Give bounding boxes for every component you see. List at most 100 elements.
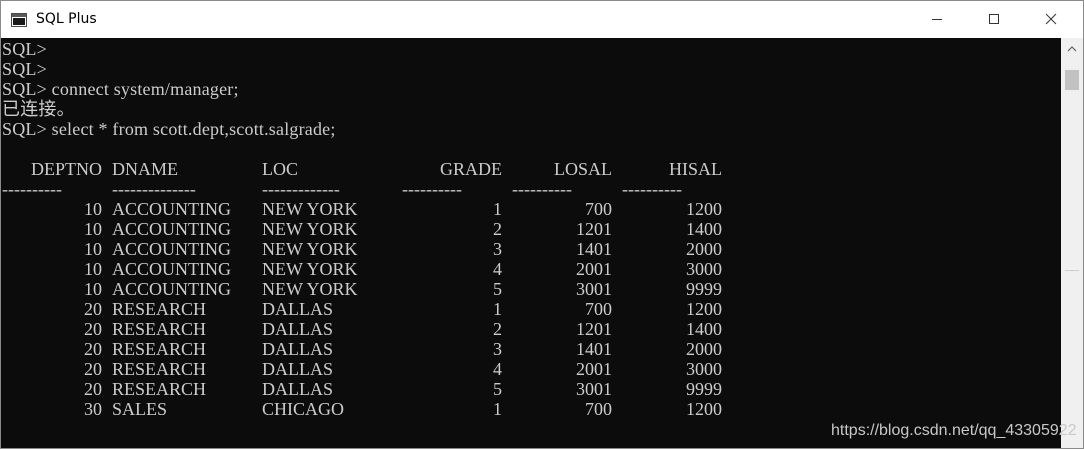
cell-dname: ACCOUNTING <box>112 199 231 219</box>
cell-losal: 3001 <box>576 379 612 399</box>
cell-dname: ACCOUNTING <box>112 219 231 239</box>
cell-deptno: 20 <box>84 299 102 319</box>
cell-deptno: 10 <box>84 199 102 219</box>
watermark-text: https://blog.csdn.net/qq_43305922 <box>831 422 1077 439</box>
cell-losal: 1201 <box>576 319 612 339</box>
cell-losal: 700 <box>585 199 612 219</box>
cell-deptno: 10 <box>84 279 102 299</box>
sqlplus-window: SQL Plus SQL> SQL> SQL> connect system/m… <box>0 0 1084 449</box>
scrollbar-track <box>1065 270 1079 271</box>
cell-hisal: 3000 <box>686 359 722 379</box>
cell-losal: 2001 <box>576 359 612 379</box>
console-line: SQL> connect system/manager; <box>2 79 239 99</box>
cell-deptno: 20 <box>84 339 102 359</box>
cell-loc: NEW YORK <box>262 279 358 299</box>
cell-grade: 4 <box>493 359 502 379</box>
cell-hisal: 9999 <box>686 279 722 299</box>
cell-loc: NEW YORK <box>262 219 358 239</box>
cell-deptno: 20 <box>84 379 102 399</box>
cell-grade: 5 <box>493 379 502 399</box>
cell-deptno: 20 <box>84 359 102 379</box>
cell-losal: 3001 <box>576 279 612 299</box>
cell-losal: 700 <box>585 399 612 419</box>
cell-grade: 3 <box>493 239 502 259</box>
console-output[interactable]: SQL> SQL> SQL> connect system/manager; 已… <box>1 38 1061 448</box>
column-header-loc: LOC <box>262 159 298 179</box>
cell-deptno: 10 <box>84 239 102 259</box>
separator-dashes: ---------- <box>2 179 62 199</box>
cell-loc: CHICAGO <box>262 399 345 419</box>
cell-hisal: 1200 <box>686 399 722 419</box>
cell-dname: ACCOUNTING <box>112 239 231 259</box>
scrollbar-thumb[interactable] <box>1065 70 1079 90</box>
cell-deptno: 10 <box>84 259 102 279</box>
scroll-up-button[interactable] <box>1061 38 1083 58</box>
cell-hisal: 3000 <box>686 259 722 279</box>
cell-deptno: 30 <box>84 399 102 419</box>
cell-losal: 1201 <box>576 219 612 239</box>
cell-deptno: 10 <box>84 219 102 239</box>
cell-loc: DALLAS <box>262 379 333 399</box>
cell-losal: 700 <box>585 299 612 319</box>
close-button[interactable] <box>1028 1 1074 38</box>
column-header-dname: DNAME <box>112 159 178 179</box>
cell-dname: RESEARCH <box>112 359 207 379</box>
separator-dashes: ------------- <box>262 179 340 199</box>
cell-grade: 2 <box>493 219 502 239</box>
vertical-scrollbar[interactable] <box>1061 38 1083 448</box>
cell-loc: DALLAS <box>262 319 333 339</box>
minimize-button[interactable] <box>914 1 960 38</box>
cell-dname: ACCOUNTING <box>112 279 231 299</box>
cell-grade: 1 <box>493 199 502 219</box>
cell-dname: RESEARCH <box>112 379 207 399</box>
window-title: SQL Plus <box>36 11 97 27</box>
cell-loc: DALLAS <box>262 359 333 379</box>
cell-grade: 4 <box>493 259 502 279</box>
close-icon <box>1045 10 1057 29</box>
cell-deptno: 20 <box>84 319 102 339</box>
minimize-icon <box>931 10 943 29</box>
cell-grade: 3 <box>493 339 502 359</box>
cell-losal: 1401 <box>576 239 612 259</box>
separator-dashes: ---------- <box>512 179 572 199</box>
cell-hisal: 9999 <box>686 379 722 399</box>
maximize-icon <box>988 10 1000 29</box>
cell-loc: NEW YORK <box>262 199 358 219</box>
cell-dname: RESEARCH <box>112 339 207 359</box>
cell-hisal: 1400 <box>686 219 722 239</box>
console-line: SQL> select * from scott.dept,scott.salg… <box>2 119 336 139</box>
cell-grade: 5 <box>493 279 502 299</box>
cell-grade: 1 <box>493 399 502 419</box>
cell-loc: DALLAS <box>262 299 333 319</box>
column-header-losal: LOSAL <box>554 159 612 179</box>
cell-loc: NEW YORK <box>262 259 358 279</box>
cell-dname: RESEARCH <box>112 299 207 319</box>
scroll-up-arrow-icon <box>1067 39 1077 57</box>
cell-hisal: 2000 <box>686 339 722 359</box>
cell-hisal: 1200 <box>686 299 722 319</box>
maximize-button[interactable] <box>971 1 1017 38</box>
cell-losal: 2001 <box>576 259 612 279</box>
console-app-icon <box>11 12 27 27</box>
cell-dname: ACCOUNTING <box>112 259 231 279</box>
console-line: SQL> <box>2 39 47 59</box>
title-bar[interactable]: SQL Plus <box>1 1 1083 38</box>
cell-hisal: 2000 <box>686 239 722 259</box>
cell-loc: DALLAS <box>262 339 333 359</box>
cell-hisal: 1400 <box>686 319 722 339</box>
cell-grade: 2 <box>493 319 502 339</box>
console-line: SQL> <box>2 59 47 79</box>
cell-hisal: 1200 <box>686 199 722 219</box>
column-header-grade: GRADE <box>440 159 502 179</box>
cell-losal: 1401 <box>576 339 612 359</box>
separator-dashes: -------------- <box>112 179 196 199</box>
column-header-deptno: DEPTNO <box>31 159 102 179</box>
separator-dashes: ---------- <box>622 179 682 199</box>
cell-grade: 1 <box>493 299 502 319</box>
separator-dashes: ---------- <box>402 179 462 199</box>
column-header-hisal: HISAL <box>669 159 722 179</box>
cell-dname: RESEARCH <box>112 319 207 339</box>
cell-loc: NEW YORK <box>262 239 358 259</box>
cell-dname: SALES <box>112 399 168 419</box>
console-line: 已连接。 <box>2 99 75 119</box>
